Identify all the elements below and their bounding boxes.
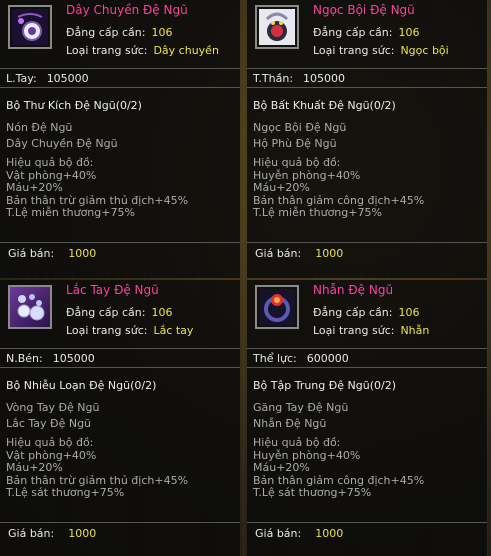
sell-price: Giá bán: 1000 (8, 527, 96, 540)
set-piece: Hộ Phù Đệ Ngũ (253, 137, 337, 150)
level-requirement: Đẳng cấp cần: 106 (66, 26, 172, 39)
stat-label: N.Bén: (6, 352, 43, 365)
set-info: Bộ Bất Khuất Đệ Ngũ(0/2) Ngọc Bội Đệ Ngũ… (253, 99, 483, 220)
set-effect-label: Hiệu quả bộ đồ: (6, 156, 94, 169)
level-label: Đẳng cấp cần: (313, 26, 393, 39)
item-name: Nhẫn Đệ Ngũ (313, 283, 394, 297)
level-requirement: Đẳng cấp cần: 106 (66, 306, 172, 319)
main-stat: T.Thần: 105000 (247, 68, 487, 88)
set-effect: T.Lệ miễn thương+75% (6, 206, 135, 219)
set-effect-label: Hiệu quả bộ đồ: (253, 436, 341, 449)
price-label: Giá bán: (8, 527, 55, 540)
type-value: Nhẫn (400, 324, 430, 337)
price-value: 1000 (315, 247, 344, 260)
necklace-icon (8, 5, 52, 49)
level-label: Đẳng cấp cần: (313, 306, 393, 319)
type-value: Dây chuyền (153, 44, 219, 57)
main-stat: N.Bén: 105000 (0, 348, 240, 368)
set-info: Bộ Tập Trung Đệ Ngũ(0/2) Găng Tay Đệ Ngũ… (253, 379, 483, 500)
set-effect: T.Lệ sát thương+75% (253, 486, 372, 499)
item-name: Dây Chuyền Đệ Ngũ (66, 3, 188, 17)
level-value: 106 (398, 26, 420, 39)
set-effect-label: Hiệu quả bộ đồ: (253, 156, 341, 169)
set-title: Bộ Bất Khuất Đệ Ngũ(0/2) (253, 99, 396, 112)
set-effect: T.Lệ miễn thương+75% (253, 206, 382, 219)
main-stat: Thể lực: 600000 (247, 348, 487, 368)
set-effect: Máu+20% (6, 461, 63, 474)
set-piece: Lắc Tay Đệ Ngũ (6, 417, 92, 430)
divider (247, 242, 487, 243)
divider (0, 522, 240, 523)
equipment-type: Loại trang sức: Lắc tay (66, 324, 193, 337)
set-effect: Máu+20% (6, 181, 63, 194)
set-title: Bộ Thư Kích Đệ Ngũ(0/2) (6, 99, 142, 112)
item-tooltip-ring: Nhẫn Đệ Ngũ Đẳng cấp cần: 106 Loại trang … (247, 280, 487, 556)
item-tooltip-bracelet: Lắc Tay Đệ Ngũ Đẳng cấp cần: 106 Loại tra… (0, 280, 240, 556)
type-label: Loại trang sức: (313, 44, 395, 57)
level-requirement: Đẳng cấp cần: 106 (313, 306, 419, 319)
set-title: Bộ Tập Trung Đệ Ngũ(0/2) (253, 379, 397, 392)
sell-price: Giá bán: 1000 (255, 527, 343, 540)
level-label: Đẳng cấp cần: (66, 26, 146, 39)
sell-price: Giá bán: 1000 (255, 247, 343, 260)
set-piece: Vòng Tay Đệ Ngũ (6, 401, 100, 414)
equipment-type: Loại trang sức: Nhẫn (313, 324, 429, 337)
tooltip-header: Lắc Tay Đệ Ngũ Đẳng cấp cần: 106 Loại tra… (0, 280, 240, 346)
price-value: 1000 (68, 527, 97, 540)
tooltip-header: Dây Chuyền Đệ Ngũ Đẳng cấp cần: 106 Loại … (0, 0, 240, 66)
stat-value: 105000 (303, 72, 346, 85)
price-value: 1000 (315, 527, 344, 540)
level-value: 106 (151, 26, 173, 39)
tooltip-header: Nhẫn Đệ Ngũ Đẳng cấp cần: 106 Loại trang … (247, 280, 487, 346)
set-effect: T.Lệ sát thương+75% (6, 486, 125, 499)
level-value: 106 (151, 306, 173, 319)
set-piece: Nón Đệ Ngũ (6, 121, 73, 134)
type-label: Loại trang sức: (66, 44, 148, 57)
set-piece: Ngọc Bội Đệ Ngũ (253, 121, 347, 134)
set-piece: Găng Tay Đệ Ngũ (253, 401, 349, 414)
equipment-type: Loại trang sức: Ngọc bội (313, 44, 449, 57)
bracelet-icon (8, 285, 52, 329)
sell-price: Giá bán: 1000 (8, 247, 96, 260)
type-label: Loại trang sức: (66, 324, 148, 337)
equipment-type: Loại trang sức: Dây chuyền (66, 44, 219, 57)
set-piece: Nhẫn Đệ Ngũ (253, 417, 327, 430)
set-title: Bộ Nhiễu Loạn Đệ Ngũ(0/2) (6, 379, 157, 392)
stat-label: Thể lực: (253, 352, 297, 365)
item-tooltip-necklace: Dây Chuyền Đệ Ngũ Đẳng cấp cần: 106 Loại … (0, 0, 240, 278)
stat-value: 600000 (306, 352, 349, 365)
set-info: Bộ Nhiễu Loạn Đệ Ngũ(0/2) Vòng Tay Đệ Ng… (6, 379, 236, 500)
price-label: Giá bán: (8, 247, 55, 260)
level-value: 106 (398, 306, 420, 319)
item-name: Lắc Tay Đệ Ngũ (66, 283, 159, 297)
divider (247, 522, 487, 523)
ring-icon (255, 285, 299, 329)
stat-value: 105000 (46, 72, 89, 85)
set-info: Bộ Thư Kích Đệ Ngũ(0/2) Nón Đệ Ngũ Dây C… (6, 99, 236, 220)
set-effect-label: Hiệu quả bộ đồ: (6, 436, 94, 449)
divider (0, 242, 240, 243)
stat-label: L.Tay: (6, 72, 37, 85)
level-label: Đẳng cấp cần: (66, 306, 146, 319)
price-label: Giá bán: (255, 247, 302, 260)
stat-label: T.Thần: (253, 72, 294, 85)
type-value: Ngọc bội (400, 44, 449, 57)
stat-value: 105000 (52, 352, 95, 365)
type-value: Lắc tay (153, 324, 194, 337)
price-label: Giá bán: (255, 527, 302, 540)
main-stat: L.Tay: 105000 (0, 68, 240, 88)
price-value: 1000 (68, 247, 97, 260)
type-label: Loại trang sức: (313, 324, 395, 337)
level-requirement: Đẳng cấp cần: 106 (313, 26, 419, 39)
item-tooltip-jade-pendant: Ngọc Bội Đệ Ngũ Đẳng cấp cần: 106 Loại tr… (247, 0, 487, 278)
set-piece: Dây Chuyền Đệ Ngũ (6, 137, 118, 150)
set-effect: Máu+20% (253, 461, 310, 474)
jade-pendant-icon (255, 5, 299, 49)
set-effect: Máu+20% (253, 181, 310, 194)
tooltip-header: Ngọc Bội Đệ Ngũ Đẳng cấp cần: 106 Loại tr… (247, 0, 487, 66)
item-name: Ngọc Bội Đệ Ngũ (313, 3, 415, 17)
